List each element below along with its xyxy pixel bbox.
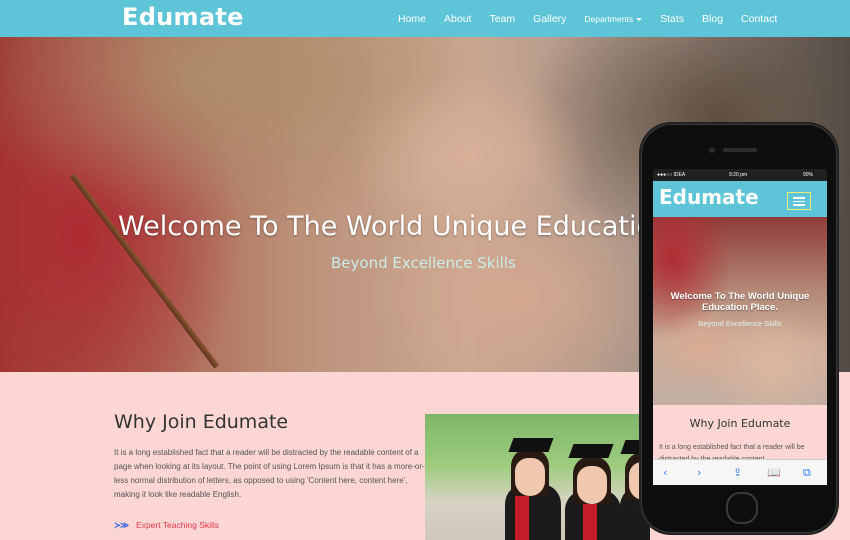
graduation-cap: [508, 438, 554, 452]
back-arrow-icon[interactable]: ‹: [663, 466, 667, 479]
carrier-signal: ●●●○○ IDEA: [657, 172, 686, 178]
feature-label: Expert Teaching Skills: [136, 520, 220, 530]
nav-departments-dropdown[interactable]: Departments: [584, 13, 643, 24]
graduate-face: [515, 458, 545, 496]
nav-stats[interactable]: Stats: [660, 13, 684, 25]
browser-toolbar: ‹ › ⇪ 📖 ⧉: [653, 459, 827, 485]
section-title: Why Join Edumate: [114, 411, 289, 433]
mobile-hero-subtitle: Beyond Excellence Skills: [698, 319, 782, 328]
phone-speaker: [723, 148, 757, 152]
status-time: 9:20 pm: [729, 172, 748, 178]
phone-mockup: ●●●○○ IDEA 9:20 pm 90% Edumate Welcome T…: [641, 124, 837, 533]
phone-screen: ●●●○○ IDEA 9:20 pm 90% Edumate Welcome T…: [653, 169, 827, 485]
top-navbar: Edumate Home About Team Gallery Departme…: [0, 0, 850, 37]
forward-arrow-icon[interactable]: ›: [697, 466, 701, 479]
nav-departments-label: Departments: [584, 13, 634, 24]
nav-gallery[interactable]: Gallery: [533, 13, 566, 25]
hero-subtitle: Beyond Excellence Skills: [331, 254, 516, 272]
graduate-sash: [515, 494, 529, 540]
nav-home[interactable]: Home: [398, 13, 426, 25]
mobile-section-title: Why Join Edumate: [689, 417, 791, 430]
hero-title: Welcome To The World Unique Education: [118, 211, 671, 242]
status-bar: ●●●○○ IDEA 9:20 pm 90%: [653, 169, 827, 181]
battery-level: 90%: [803, 172, 814, 178]
hamburger-menu-icon[interactable]: [787, 192, 811, 210]
bookmarks-icon[interactable]: 📖: [767, 466, 781, 479]
graduation-cap: [568, 444, 614, 458]
mobile-hero-title: Welcome To The World Unique Education Pl…: [670, 291, 810, 313]
feature-item: ≻≫ Expert Teaching Skills: [114, 520, 219, 531]
nav-contact[interactable]: Contact: [741, 13, 777, 25]
mobile-brand-logo[interactable]: Edumate: [659, 185, 759, 209]
graduate-sash: [583, 500, 597, 540]
phone-camera: [709, 147, 715, 153]
nav-blog[interactable]: Blog: [702, 13, 723, 25]
section-paragraph: It is a long established fact that a rea…: [114, 448, 425, 499]
nav-team[interactable]: Team: [489, 13, 515, 25]
graduate-face: [577, 466, 607, 504]
share-icon[interactable]: ⇪: [733, 466, 742, 479]
nav-about[interactable]: About: [444, 13, 471, 25]
mobile-hero-banner: Welcome To The World Unique Education Pl…: [653, 217, 827, 405]
caret-down-icon: [636, 17, 643, 21]
graduates-photo: [425, 414, 650, 540]
home-button[interactable]: [726, 492, 758, 524]
tabs-icon[interactable]: ⧉: [803, 466, 811, 480]
double-arrow-icon: ≻≫: [114, 520, 129, 530]
brand-logo[interactable]: Edumate: [122, 3, 244, 31]
main-menu: Home About Team Gallery Departments Stat…: [398, 0, 795, 37]
